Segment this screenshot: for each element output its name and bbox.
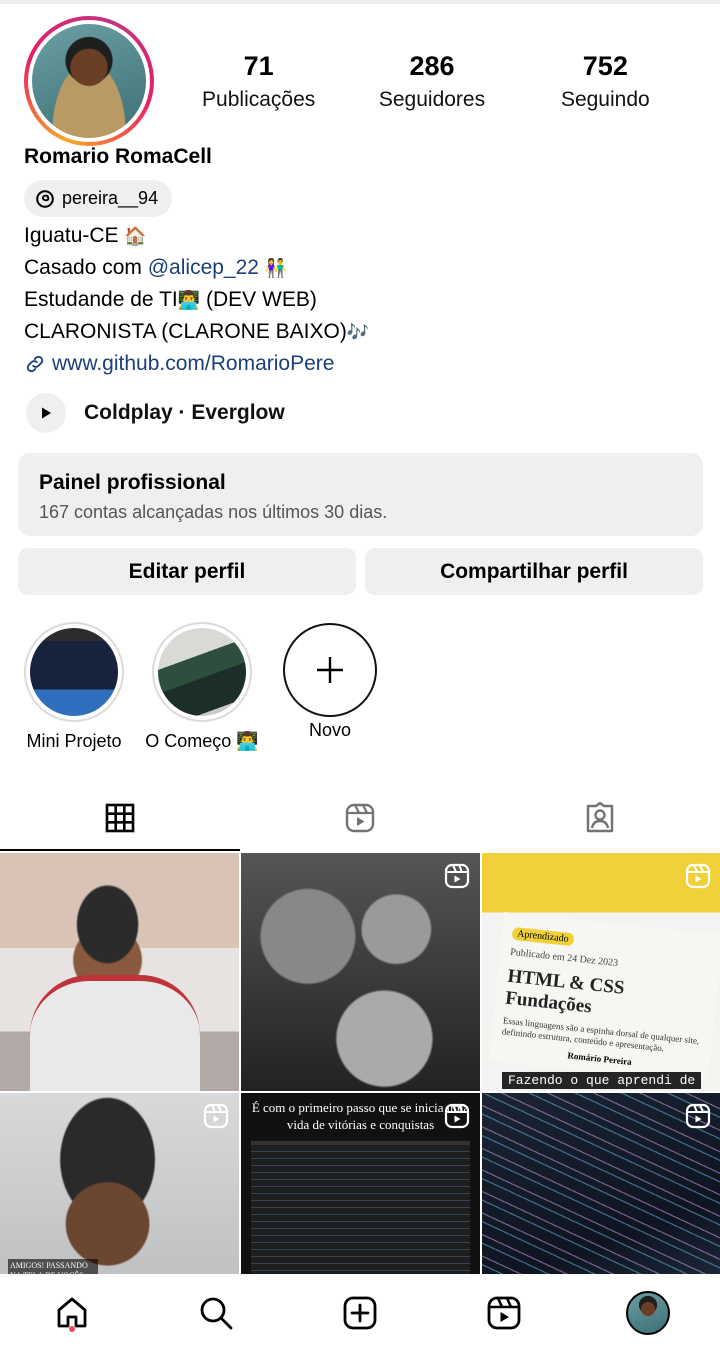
music-label: Coldplay · Everglow [84,401,285,424]
stat-followers-label: Seguidores [378,88,486,111]
highlight-cover [158,628,246,716]
plus-icon [317,657,343,683]
create-icon [343,1296,377,1330]
stat-following-label: Seguindo [560,88,650,111]
threads-icon [36,189,54,208]
reels-nav-icon [487,1296,521,1330]
post-thumbnail[interactable] [241,853,480,1091]
reel-badge-icon [685,863,711,889]
grid-icon [105,803,135,833]
house-emoji: 🏠 [124,226,147,246]
stat-following[interactable]: 752 Seguindo [519,48,692,116]
nav-profile[interactable] [576,1274,720,1352]
bio-line-4: CLARONISTA (CLARONE BAIXO)🎶 [24,316,369,348]
highlight-label: O Começo 👨‍💻 [145,731,259,751]
stat-posts-label: Publicações [202,88,316,111]
bio-line-2: Casado com @alicep_22 👫 [24,252,369,284]
profile-music[interactable]: Coldplay · Everglow [26,393,285,433]
story-highlights: Mini Projeto O Começo 👨‍💻 Novo [10,622,394,752]
reel-badge-icon [203,1103,229,1129]
reels-icon [345,803,375,833]
nav-search[interactable] [144,1274,288,1352]
bio-mention[interactable]: @alicep_22 [148,256,259,279]
profile-name: Romario RomaCell [24,145,212,168]
highlight-label: Mini Projeto [26,731,122,751]
music-play-button[interactable] [26,393,66,433]
threads-handle: pereira__94 [62,188,159,208]
highlight-label: Novo [308,720,352,740]
tab-reels[interactable] [240,785,480,851]
reel-badge-icon [444,863,470,889]
profile-stats: 71 Publicações 286 Seguidores 752 Seguin… [172,48,692,116]
bio-link[interactable]: www.github.com/RomarioPere [24,348,369,379]
profile-tabs [0,785,720,851]
tab-posts[interactable] [0,785,240,851]
play-icon [42,407,51,419]
new-highlight-button[interactable] [283,623,377,717]
post-caption: Fazendo o que aprendi de [502,1072,702,1089]
nav-home[interactable] [0,1274,144,1352]
tagged-icon [586,802,614,833]
technologist-emoji: 👨‍💻 [236,731,259,751]
share-profile-button[interactable]: Compartilhar perfil [365,548,703,595]
threads-badge[interactable]: pereira__94 [24,180,173,217]
profile-bio: Iguatu-CE 🏠 Casado com @alicep_22 👫 Estu… [24,220,369,379]
highlight-cover [30,628,118,716]
post-thumbnail[interactable]: Aprendizado Publicado em 24 Dez 2023 HTM… [482,853,720,1091]
couple-emoji: 👫 [264,258,288,278]
profile-actions: Editar perfil Compartilhar perfil [18,548,703,595]
post-tag: Aprendizado [511,926,575,947]
profile-avatar [626,1291,670,1335]
link-icon [26,355,44,372]
profile-avatar-story-ring[interactable] [24,16,154,146]
post-caption: É com o primeiro passo que se inicia uma… [251,1100,470,1132]
highlight-o-comeco[interactable]: O Começo 👨‍💻 [138,622,266,752]
reel-badge-icon [685,1103,711,1129]
tab-tagged[interactable] [480,785,720,851]
bio-line-1: Iguatu-CE 🏠 [24,220,369,252]
edit-profile-button[interactable]: Editar perfil [18,548,356,595]
nav-create[interactable] [288,1274,432,1352]
stat-posts[interactable]: 71 Publicações [172,48,345,116]
music-notes-emoji: 🎶 [346,322,370,342]
reel-badge-icon [444,1103,470,1129]
search-icon [200,1297,233,1330]
dashboard-subtitle: 167 contas alcançadas nos últimos 30 dia… [39,502,388,522]
bio-link-text: www.github.com/RomarioPere [52,352,335,375]
bottom-navigation [0,1274,720,1352]
stat-posts-count: 71 [243,51,274,81]
status-divider [0,0,720,4]
notification-dot [69,1326,75,1332]
posts-grid: Aprendizado Publicado em 24 Dez 2023 HTM… [0,853,720,1331]
nav-reels[interactable] [432,1274,576,1352]
bio-line-3: Estudande de TI👨‍💻 (DEV WEB) [24,284,369,316]
technologist-emoji: 👨‍💻 [177,290,201,310]
post-card: Aprendizado Publicado em 24 Dez 2023 HTM… [488,911,720,1085]
stat-following-count: 752 [582,51,628,81]
stat-followers-count: 286 [409,51,455,81]
stat-followers[interactable]: 286 Seguidores [345,48,518,116]
professional-dashboard[interactable]: Painel profissional 167 contas alcançada… [18,453,703,536]
profile-avatar [32,24,146,138]
highlight-mini-projeto[interactable]: Mini Projeto [10,622,138,752]
highlight-new[interactable]: Novo [266,622,394,752]
post-thumbnail[interactable] [0,853,239,1091]
dashboard-title: Painel profissional [39,471,226,494]
